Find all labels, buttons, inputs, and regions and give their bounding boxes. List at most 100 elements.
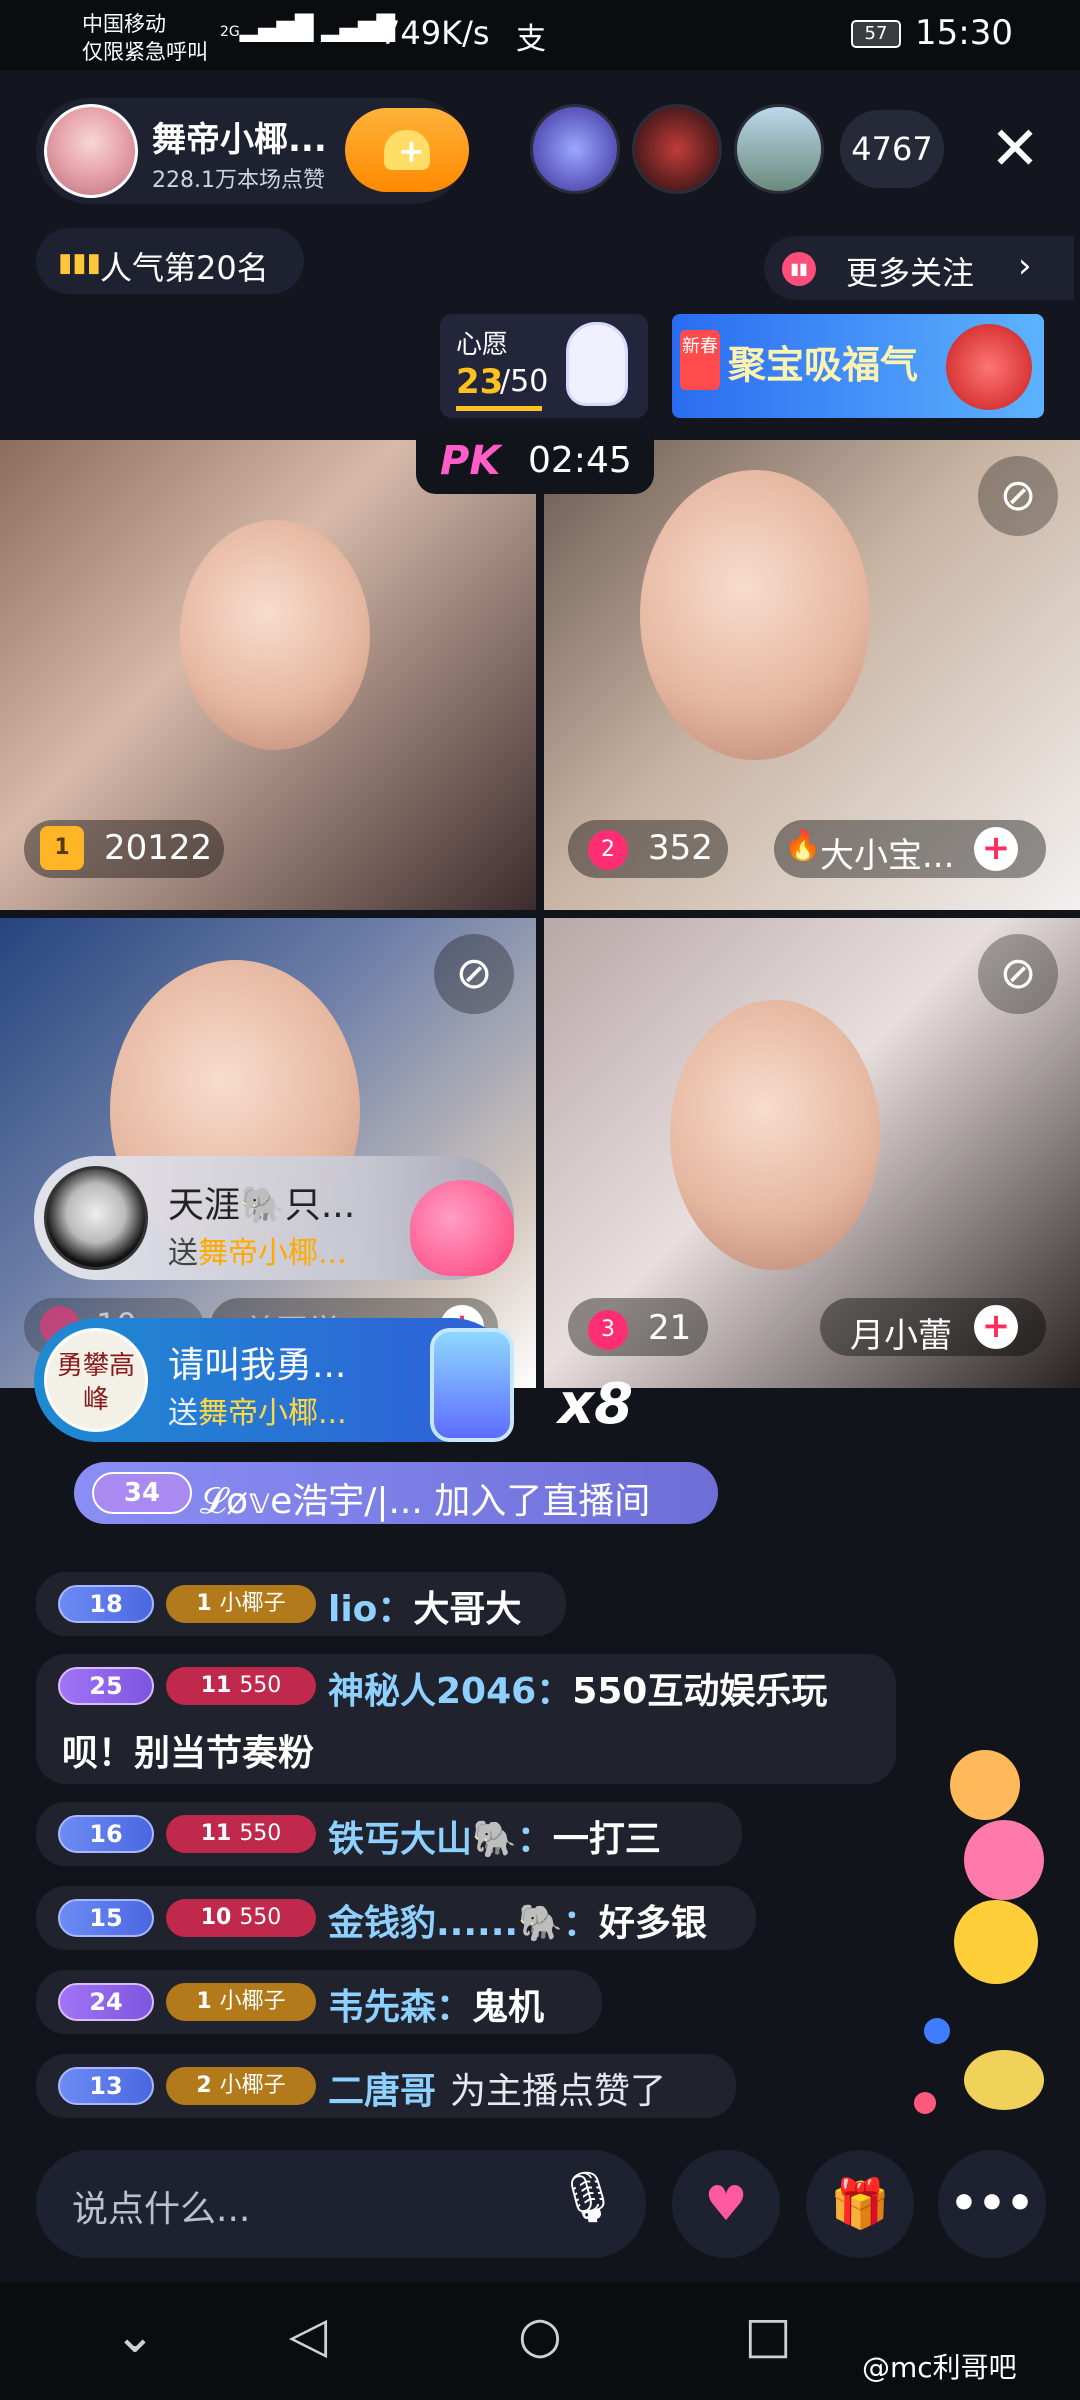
gift-combo-count: x8 bbox=[558, 1372, 634, 1437]
wish-current: 23 bbox=[456, 362, 504, 402]
follow-plus-button[interactable]: + bbox=[974, 1305, 1018, 1349]
chat-username[interactable]: lio： bbox=[328, 1589, 413, 1630]
mute-icon[interactable]: ⊘ bbox=[978, 934, 1058, 1014]
rank-label: 人气第20名 bbox=[100, 249, 269, 287]
gift-sender-avatar[interactable] bbox=[44, 1166, 148, 1270]
floating-likes-animation bbox=[914, 1730, 1054, 2120]
collapse-icon[interactable]: ⌄ bbox=[95, 2306, 175, 2364]
rank-badge: 3 bbox=[588, 1310, 628, 1350]
join-text: 𝓛ø𝕧e浩宇/|... 加入了直播间 bbox=[200, 1481, 651, 1522]
chat-username[interactable]: 神秘人2046： bbox=[328, 1671, 572, 1712]
promo-text: 聚宝吸福气 bbox=[728, 343, 919, 387]
follow-button[interactable] bbox=[345, 108, 469, 192]
chat-username[interactable]: 铁丐大山🐘： bbox=[328, 1819, 553, 1860]
chat-username[interactable]: 金钱豹......🐘： bbox=[328, 1903, 599, 1944]
fan-level: 2 bbox=[196, 2073, 212, 2098]
clock: 15:30 bbox=[915, 13, 1013, 53]
user-level-badge: 18 bbox=[58, 1585, 154, 1623]
chat-line: 神秘人2046：550互动娱乐玩 bbox=[328, 1662, 827, 1714]
chat-line: 铁丐大山🐘：一打三 bbox=[328, 1810, 661, 1862]
gift-sender-name: 天涯🐘只... bbox=[168, 1185, 356, 1226]
fan-label: 小椰子 bbox=[219, 1591, 286, 1616]
comment-placeholder: 说点什么... bbox=[72, 2189, 251, 2230]
carrier-status: 仅限紧急呼叫 bbox=[82, 40, 208, 64]
battery-icon: 57 bbox=[851, 20, 901, 48]
chat-username[interactable]: 二唐哥 bbox=[328, 2071, 436, 2112]
gift-sender-avatar[interactable]: 勇攀高峰 bbox=[44, 1328, 148, 1432]
host-avatar[interactable] bbox=[44, 104, 138, 198]
chat-text: 鬼机 bbox=[472, 1987, 545, 2028]
fan-level: 11 bbox=[200, 1673, 232, 1698]
chat-line: lio：大哥大 bbox=[328, 1580, 521, 1632]
gift-target: 送舞帝小椰... bbox=[168, 1396, 347, 1431]
user-level-badge: 15 bbox=[58, 1899, 154, 1937]
game-console-gift-icon bbox=[430, 1328, 514, 1442]
user-level-badge: 13 bbox=[58, 2067, 154, 2105]
host-likes: 228.1万本场点赞 bbox=[152, 168, 325, 193]
carrier-name: 中国移动 bbox=[82, 12, 166, 36]
participant-score: 352 bbox=[648, 828, 713, 868]
user-level-badge: 24 bbox=[58, 1983, 154, 2021]
recents-icon[interactable]: □ bbox=[728, 2306, 808, 2364]
chat-text: 好多银 bbox=[598, 1903, 707, 1944]
streamer-face bbox=[670, 1000, 880, 1270]
wish-progress bbox=[456, 406, 542, 411]
chat-text: 呗！别当节奏粉 bbox=[62, 1733, 315, 1774]
promo-badge: 新春 bbox=[680, 330, 720, 390]
fan-level: 10 bbox=[200, 1905, 232, 1930]
fan-club-badge: 11 550 bbox=[166, 1667, 316, 1705]
gift-button[interactable]: 🎁 bbox=[806, 2150, 914, 2258]
wish-label: 心愿 bbox=[456, 330, 509, 360]
chat-text: 一打三 bbox=[552, 1819, 661, 1860]
chat-line: 韦先森：鬼机 bbox=[328, 1978, 544, 2030]
fan-label: 550 bbox=[239, 1673, 282, 1698]
gift-target: 送舞帝小椰... bbox=[168, 1236, 347, 1271]
back-icon[interactable]: ◁ bbox=[268, 2306, 348, 2364]
viewer-count[interactable]: 4767 bbox=[840, 110, 944, 188]
bar-chart-icon: ▮▮▮ bbox=[58, 248, 101, 278]
mute-icon[interactable]: ⊘ bbox=[434, 934, 514, 1014]
more-follow-label: 更多关注 bbox=[846, 254, 975, 292]
add-heart-icon bbox=[384, 130, 430, 170]
chat-text: 550互动娱乐玩 bbox=[572, 1671, 828, 1712]
flame-icon: 🔥 bbox=[784, 828, 822, 863]
mute-icon[interactable]: ⊘ bbox=[978, 456, 1058, 536]
participant-score: 20122 bbox=[104, 828, 213, 868]
user-level-badge: 34 bbox=[92, 1472, 192, 1514]
rank-badge: 2 bbox=[588, 830, 628, 870]
pk-timer: 02:45 bbox=[528, 440, 632, 481]
fan-club-badge: 11 550 bbox=[166, 1815, 316, 1853]
top-viewer-avatar[interactable] bbox=[734, 104, 824, 194]
host-name[interactable]: 舞帝小椰... bbox=[152, 112, 327, 161]
fan-club-badge: 2 小椰子 bbox=[166, 2067, 316, 2105]
chat-username[interactable]: 韦先森： bbox=[328, 1987, 472, 2028]
participant-name: 月小蕾 bbox=[850, 1316, 952, 1356]
streamer-face bbox=[640, 470, 870, 760]
fan-club-badge: 1 小椰子 bbox=[166, 1585, 316, 1623]
fan-level: 1 bbox=[196, 1989, 212, 2014]
chat-text: 大哥大 bbox=[413, 1589, 522, 1630]
close-icon[interactable]: ✕ bbox=[980, 104, 1050, 194]
chat-line: 二唐哥 为主播点赞了 bbox=[328, 2062, 666, 2114]
more-options-button[interactable]: ••• bbox=[938, 2150, 1046, 2258]
microphone-icon[interactable]: 🎙 bbox=[556, 2168, 619, 2244]
fan-label: 小椰子 bbox=[219, 1989, 286, 2014]
fan-label: 小椰子 bbox=[219, 2073, 286, 2098]
follow-plus-button[interactable]: + bbox=[974, 827, 1018, 871]
network-speed: 749K/s bbox=[380, 14, 490, 52]
fan-club-badge: 1 小椰子 bbox=[166, 1983, 316, 2021]
like-heart-button[interactable]: ♥ bbox=[672, 2150, 780, 2258]
watermark: @mc利哥吧 bbox=[862, 2351, 1017, 2384]
alipay-icon: 支 bbox=[516, 22, 546, 57]
pk-logo: PK bbox=[440, 438, 501, 484]
fan-club-badge: 10 550 bbox=[166, 1899, 316, 1937]
live-dot-icon: ▮▮ bbox=[782, 252, 816, 286]
signal-icon: 2G▂▄▆█ ▂▄▆█ bbox=[220, 14, 396, 42]
treasure-pot-icon bbox=[946, 324, 1032, 410]
chat-line: 金钱豹......🐘：好多银 bbox=[328, 1894, 707, 1946]
chevron-right-icon: › bbox=[1018, 246, 1032, 286]
top-viewer-avatar[interactable] bbox=[530, 104, 620, 194]
home-icon[interactable]: ○ bbox=[500, 2306, 580, 2364]
top-viewer-avatar[interactable] bbox=[632, 104, 722, 194]
crown-rank-badge: 1 bbox=[40, 826, 84, 870]
